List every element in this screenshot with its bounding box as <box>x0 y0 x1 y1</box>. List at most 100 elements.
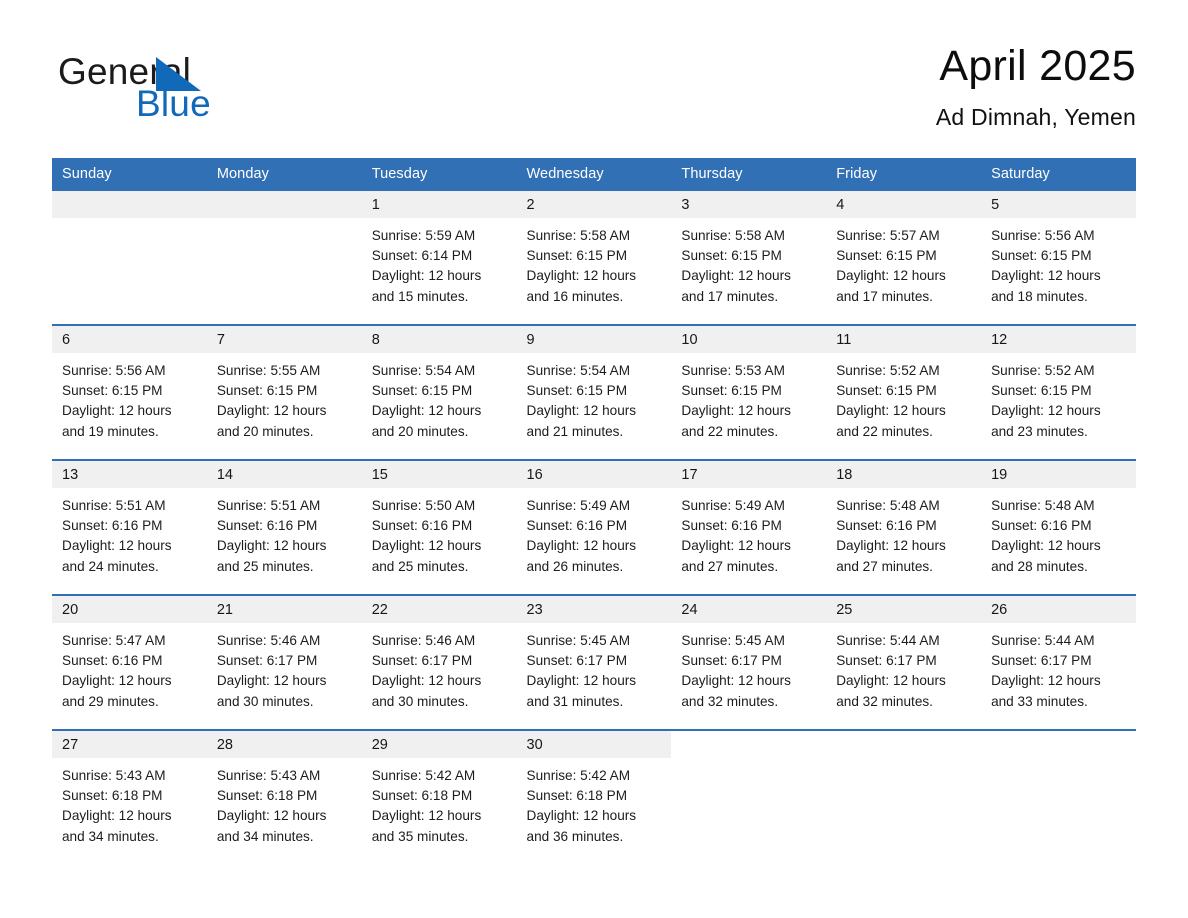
day-detail-line: Sunrise: 5:54 AM <box>526 363 631 378</box>
day-number: 22 <box>361 596 517 623</box>
day-number: 12 <box>981 326 1136 353</box>
day-cell[interactable]: 29 Sunrise: 5:42 AM Sunset: 6:18 PM Dayligh… <box>361 731 517 864</box>
month-calendar-table: Sunday Monday Tuesday Wednesday Thursday… <box>52 158 1136 864</box>
calendar-cell: 12 Sunrise: 5:52 AM Sunset: 6:15 PM Dayligh… <box>981 324 1136 460</box>
day-number: 11 <box>826 326 982 353</box>
day-cell[interactable]: 8 Sunrise: 5:54 AM Sunset: 6:15 PM Daylight… <box>361 326 517 459</box>
title-block: April 2025 Ad Dimnah, Yemen <box>936 40 1136 131</box>
calendar-cell: 19 Sunrise: 5:48 AM Sunset: 6:16 PM Dayligh… <box>981 459 1136 595</box>
day-number: 29 <box>361 731 517 758</box>
day-detail-line: Sunrise: 5:46 AM <box>371 633 476 648</box>
day-cell[interactable]: 14 Sunrise: 5:51 AM Sunset: 6:16 PM Dayligh… <box>206 461 362 594</box>
day-cell[interactable]: 12 Sunrise: 5:52 AM Sunset: 6:15 PM Dayligh… <box>981 326 1136 459</box>
day-number: 4 <box>826 191 982 218</box>
day-cell[interactable]: 7 Sunrise: 5:55 AM Sunset: 6:15 PM Daylight… <box>206 326 362 459</box>
day-detail-line: Sunset: 6:17 PM <box>836 653 937 669</box>
calendar-cell: 2 Sunrise: 5:58 AM Sunset: 6:15 PM Daylight… <box>516 191 672 325</box>
day-detail-line: and 27 minutes. <box>681 558 779 574</box>
day-detail-line: Sunrise: 5:58 AM <box>681 228 785 243</box>
calendar-week-row: 6 Sunrise: 5:56 AM Sunset: 6:15 PM Daylight… <box>52 324 1136 460</box>
day-cell[interactable]: 23 Sunrise: 5:45 AM Sunset: 6:17 PM Dayligh… <box>516 596 672 729</box>
day-cell[interactable]: 11 Sunrise: 5:52 AM Sunset: 6:15 PM Dayligh… <box>826 326 982 459</box>
day-sun-details: Sunrise: 5:58 AM Sunset: 6:15 PM Daylight:… <box>517 218 672 307</box>
day-sun-details: Sunrise: 5:49 AM Sunset: 6:16 PM Daylight:… <box>671 488 826 577</box>
day-number: 18 <box>826 461 982 488</box>
day-number: 8 <box>361 326 517 353</box>
day-cell[interactable]: 4 Sunrise: 5:57 AM Sunset: 6:15 PM Daylight… <box>826 191 982 324</box>
day-detail-line: Sunset: 6:18 PM <box>216 788 318 804</box>
general-blue-logo: General Blue <box>58 52 358 142</box>
day-number: 7 <box>206 326 362 353</box>
day-cell[interactable]: 24 Sunrise: 5:45 AM Sunset: 6:17 PM Dayligh… <box>671 596 827 729</box>
day-sun-details: Sunrise: 5:52 AM Sunset: 6:15 PM Daylight:… <box>826 353 981 442</box>
day-detail-line: and 22 minutes. <box>836 423 933 439</box>
day-number: 3 <box>671 191 827 218</box>
day-cell[interactable]: 16 Sunrise: 5:49 AM Sunset: 6:16 PM Dayligh… <box>516 461 672 594</box>
day-cell[interactable]: 18 Sunrise: 5:48 AM Sunset: 6:16 PM Dayligh… <box>826 461 982 594</box>
calendar-cell: 15 Sunrise: 5:50 AM Sunset: 6:16 PM Dayligh… <box>361 459 517 595</box>
day-sun-details: Sunrise: 5:55 AM Sunset: 6:15 PM Daylight:… <box>207 353 362 442</box>
day-detail-line: Sunset: 6:17 PM <box>526 653 628 669</box>
day-detail-line: and 28 minutes. <box>991 558 1088 574</box>
calendar-cell: 13 Sunrise: 5:51 AM Sunset: 6:16 PM Dayligh… <box>52 459 207 595</box>
day-detail-line: and 16 minutes. <box>526 288 624 304</box>
day-detail-line: Sunset: 6:16 PM <box>526 518 628 534</box>
day-cell[interactable]: 5 Sunrise: 5:56 AM Sunset: 6:15 PM Daylight… <box>981 191 1136 324</box>
day-detail-line: Daylight: 12 hours <box>991 268 1101 284</box>
day-number: 9 <box>516 326 672 353</box>
day-detail-line: and 24 minutes. <box>62 558 159 574</box>
empty-day-cell <box>981 731 1136 864</box>
day-number: 19 <box>981 461 1136 488</box>
day-detail-line: Sunset: 6:16 PM <box>62 653 163 669</box>
day-cell[interactable]: 1 Sunrise: 5:59 AM Sunset: 6:14 PM Daylight… <box>361 191 517 324</box>
day-sun-details: Sunrise: 5:49 AM Sunset: 6:16 PM Daylight:… <box>517 488 672 577</box>
day-number: 28 <box>206 731 362 758</box>
day-cell[interactable]: 28 Sunrise: 5:43 AM Sunset: 6:18 PM Dayligh… <box>206 731 362 864</box>
day-cell[interactable]: 13 Sunrise: 5:51 AM Sunset: 6:16 PM Dayligh… <box>52 461 207 594</box>
day-detail-line: Sunrise: 5:48 AM <box>991 498 1095 513</box>
day-cell[interactable]: 17 Sunrise: 5:49 AM Sunset: 6:16 PM Dayligh… <box>671 461 827 594</box>
day-cell[interactable]: 15 Sunrise: 5:50 AM Sunset: 6:16 PM Dayligh… <box>361 461 517 594</box>
calendar-cell: 28 Sunrise: 5:43 AM Sunset: 6:18 PM Dayligh… <box>206 729 362 864</box>
day-cell[interactable]: 3 Sunrise: 5:58 AM Sunset: 6:15 PM Daylight… <box>671 191 827 324</box>
calendar-cell: 27 Sunrise: 5:43 AM Sunset: 6:18 PM Dayligh… <box>52 729 207 864</box>
day-cell[interactable]: 27 Sunrise: 5:43 AM Sunset: 6:18 PM Dayligh… <box>52 731 207 864</box>
day-detail-line: Sunset: 6:15 PM <box>991 248 1092 264</box>
day-detail-line: Sunrise: 5:43 AM <box>216 768 321 783</box>
day-detail-line: Sunset: 6:18 PM <box>371 788 473 804</box>
day-detail-line: Daylight: 12 hours <box>371 673 482 689</box>
day-detail-line: Sunset: 6:15 PM <box>836 383 937 399</box>
day-sun-details: Sunrise: 5:54 AM Sunset: 6:15 PM Daylight:… <box>362 353 517 442</box>
day-cell[interactable]: 2 Sunrise: 5:58 AM Sunset: 6:15 PM Daylight… <box>516 191 672 324</box>
empty-day-cell <box>826 731 982 864</box>
day-cell[interactable]: 25 Sunrise: 5:44 AM Sunset: 6:17 PM Dayligh… <box>826 596 982 729</box>
day-sun-details: Sunrise: 5:45 AM Sunset: 6:17 PM Daylight:… <box>671 623 826 712</box>
day-sun-details: Sunrise: 5:44 AM Sunset: 6:17 PM Daylight:… <box>981 623 1136 712</box>
day-cell[interactable]: 20 Sunrise: 5:47 AM Sunset: 6:16 PM Dayligh… <box>52 596 207 729</box>
day-cell[interactable]: 26 Sunrise: 5:44 AM Sunset: 6:17 PM Dayligh… <box>981 596 1136 729</box>
calendar-cell <box>52 191 207 325</box>
day-cell[interactable]: 22 Sunrise: 5:46 AM Sunset: 6:17 PM Dayligh… <box>361 596 517 729</box>
day-detail-line: Daylight: 12 hours <box>62 808 172 824</box>
day-detail-line: Daylight: 12 hours <box>526 538 637 554</box>
day-detail-line: Daylight: 12 hours <box>681 538 791 554</box>
day-cell[interactable]: 30 Sunrise: 5:42 AM Sunset: 6:18 PM Dayligh… <box>516 731 672 864</box>
day-detail-line: Daylight: 12 hours <box>836 403 946 419</box>
day-number: 10 <box>671 326 827 353</box>
day-detail-line: Sunrise: 5:49 AM <box>526 498 631 513</box>
day-number: 1 <box>361 191 517 218</box>
day-cell[interactable]: 21 Sunrise: 5:46 AM Sunset: 6:17 PM Dayligh… <box>206 596 362 729</box>
day-cell[interactable]: 10 Sunrise: 5:53 AM Sunset: 6:15 PM Dayligh… <box>671 326 827 459</box>
empty-day-cell <box>671 731 827 864</box>
day-detail-line: Sunset: 6:15 PM <box>62 383 163 399</box>
day-cell[interactable]: 6 Sunrise: 5:56 AM Sunset: 6:15 PM Daylight… <box>52 326 207 459</box>
day-cell[interactable]: 19 Sunrise: 5:48 AM Sunset: 6:16 PM Dayligh… <box>981 461 1136 594</box>
day-sun-details: Sunrise: 5:42 AM Sunset: 6:18 PM Daylight:… <box>362 758 517 847</box>
day-number <box>206 191 362 218</box>
day-detail-line: Daylight: 12 hours <box>526 673 637 689</box>
day-cell[interactable]: 9 Sunrise: 5:54 AM Sunset: 6:15 PM Daylight… <box>516 326 672 459</box>
day-detail-line: Daylight: 12 hours <box>526 808 637 824</box>
day-number <box>826 731 982 758</box>
day-detail-line: and 23 minutes. <box>991 423 1088 439</box>
day-detail-line: Sunrise: 5:52 AM <box>991 363 1095 378</box>
